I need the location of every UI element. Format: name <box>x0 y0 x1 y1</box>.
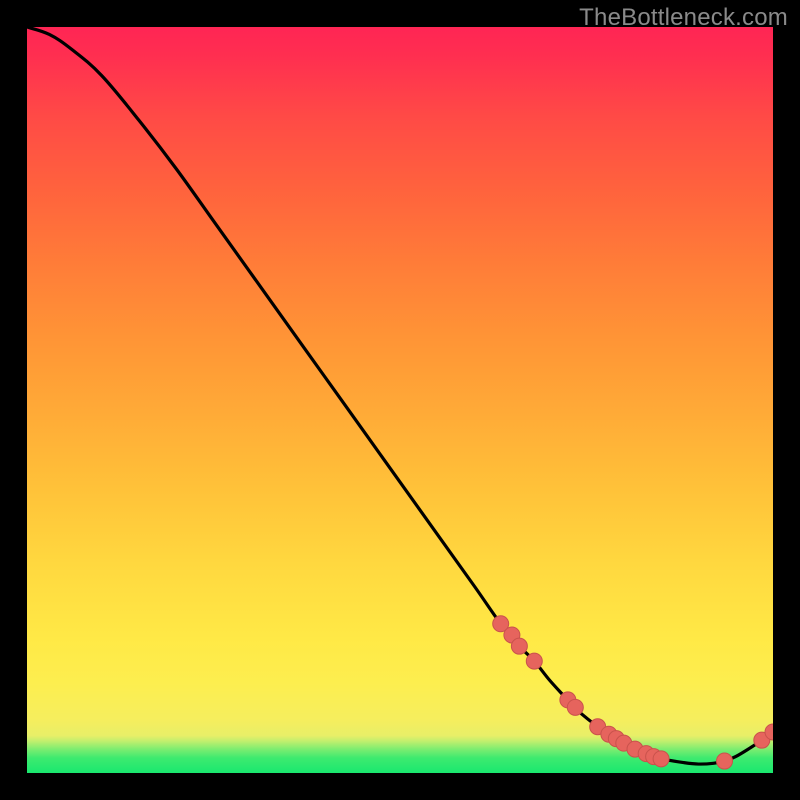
chart-stage: TheBottleneck.com <box>0 0 800 800</box>
plot-area <box>27 27 773 773</box>
curve-path <box>27 27 773 764</box>
curve-marker <box>567 699 583 715</box>
curve-marker <box>511 638 527 654</box>
curve-marker <box>717 753 733 769</box>
curve-markers <box>493 616 773 769</box>
plot-svg <box>27 27 773 773</box>
curve-marker <box>653 751 669 767</box>
curve-marker <box>526 653 542 669</box>
